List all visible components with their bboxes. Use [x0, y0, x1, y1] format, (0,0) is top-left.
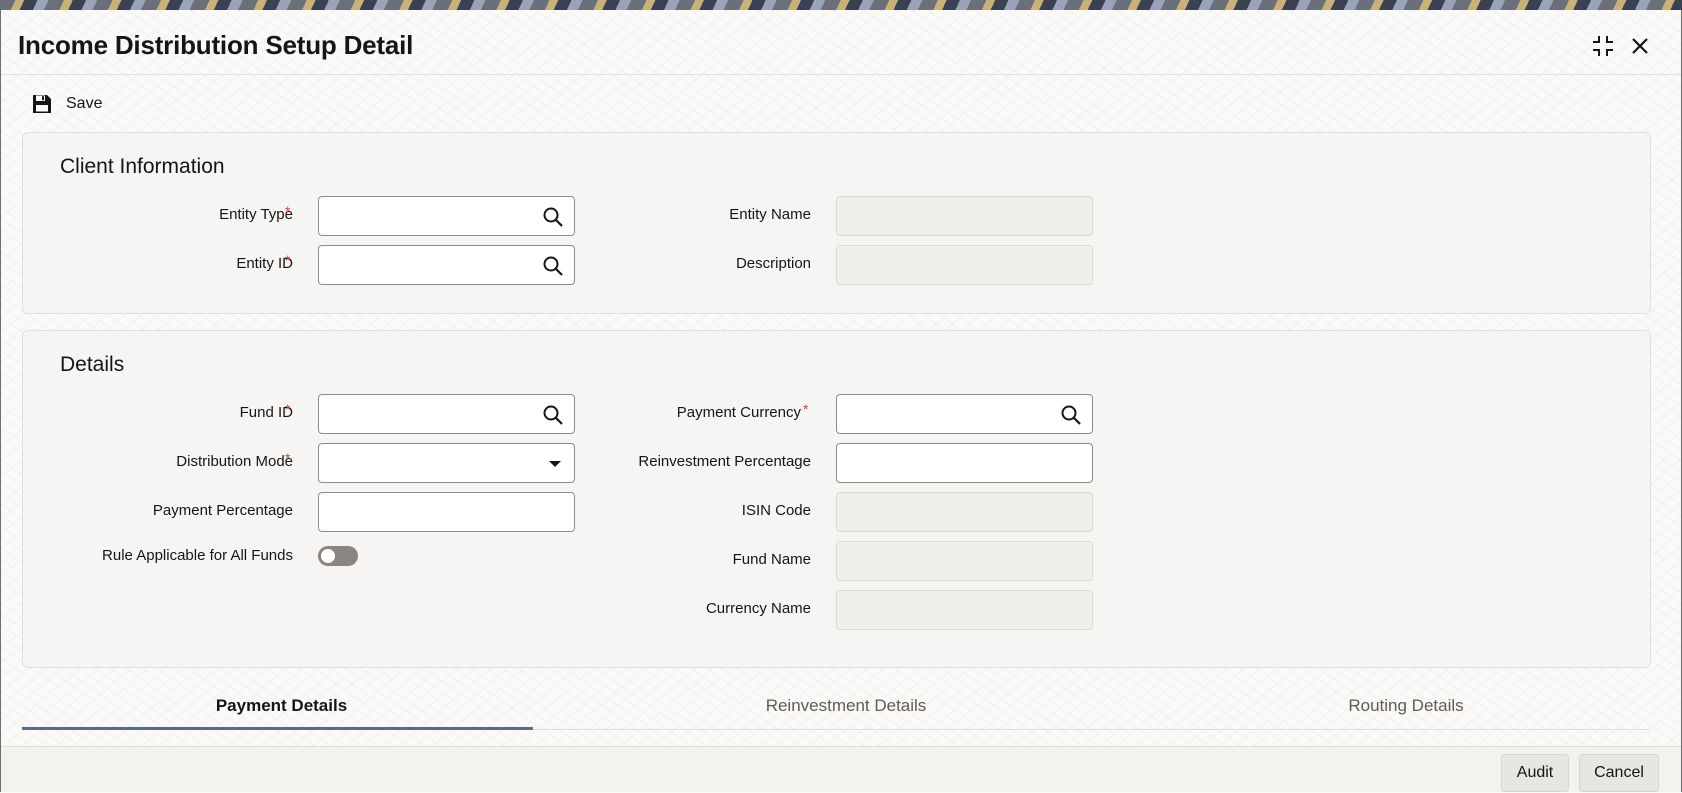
tab-routing-details[interactable]: Routing Details [1151, 696, 1661, 716]
reinvestment-percentage-field[interactable] [836, 443, 1093, 483]
client-information-panel: Client Information Entity Type * Entity … [22, 132, 1651, 314]
close-icon[interactable] [1626, 32, 1654, 60]
isin-code-field [836, 492, 1093, 532]
page-title: Income Distribution Setup Detail [18, 30, 414, 60]
fund-id-label: Fund ID [239, 404, 293, 421]
required-marker: * [285, 401, 291, 417]
currency-name-field [836, 590, 1093, 630]
search-icon[interactable] [1060, 404, 1082, 426]
description-field [836, 245, 1093, 285]
fund-name-input [837, 542, 1067, 580]
payment-currency-input[interactable] [837, 395, 1067, 433]
description-label: Description [735, 255, 811, 272]
distribution-mode-label: Distribution Mode [176, 453, 293, 470]
required-marker: * [285, 252, 291, 268]
tab-payment-details[interactable]: Payment Details [22, 696, 541, 716]
required-marker: * [285, 203, 291, 219]
details-heading: Details [60, 353, 125, 376]
entity-name-input [837, 197, 1067, 235]
tab-reinvestment-details[interactable]: Reinvestment Details [591, 696, 1101, 716]
reinvestment-percentage-input[interactable] [837, 444, 1067, 482]
decorative-top-band [0, 0, 1682, 10]
payment-percentage-label: Payment Percentage [152, 502, 293, 519]
reinvestment-percentage-label: Reinvestment Percentage [638, 453, 811, 470]
floppy-disk-icon [33, 95, 51, 113]
rule-applicable-toggle[interactable] [318, 546, 358, 566]
save-label: Save [66, 95, 103, 112]
entity-type-label: Entity Type [219, 206, 293, 223]
header-divider [1, 74, 1681, 75]
entity-id-label: Entity ID [236, 255, 293, 272]
save-button[interactable]: Save [31, 91, 102, 117]
footer-bar [1, 746, 1681, 792]
active-tab-indicator [22, 727, 533, 730]
details-panel: Details Fund ID * Distribution Mode * Pa… [22, 330, 1651, 668]
client-information-heading: Client Information [60, 155, 225, 178]
maximize-icon[interactable] [1589, 32, 1617, 60]
toggle-knob [321, 549, 335, 563]
cancel-button[interactable]: Cancel [1579, 754, 1659, 792]
rule-applicable-label: Rule Applicable for All Funds [102, 547, 293, 564]
dialog-window: Income Distribution Setup Detail Save Cl… [0, 10, 1682, 792]
required-marker: * [285, 450, 291, 466]
currency-name-label: Currency Name [705, 600, 811, 617]
fund-name-label: Fund Name [732, 551, 811, 568]
audit-button[interactable]: Audit [1501, 754, 1569, 792]
entity-name-field [836, 196, 1093, 236]
payment-currency-label: Payment Currency [676, 404, 801, 421]
isin-code-input [837, 493, 1067, 531]
isin-code-label: ISIN Code [741, 502, 811, 519]
description-input [837, 246, 1067, 284]
entity-name-label: Entity Name [729, 206, 811, 223]
fund-name-field [836, 541, 1093, 581]
payment-currency-field[interactable] [836, 394, 1093, 434]
required-marker: * [803, 401, 809, 417]
currency-name-input [837, 591, 1067, 629]
